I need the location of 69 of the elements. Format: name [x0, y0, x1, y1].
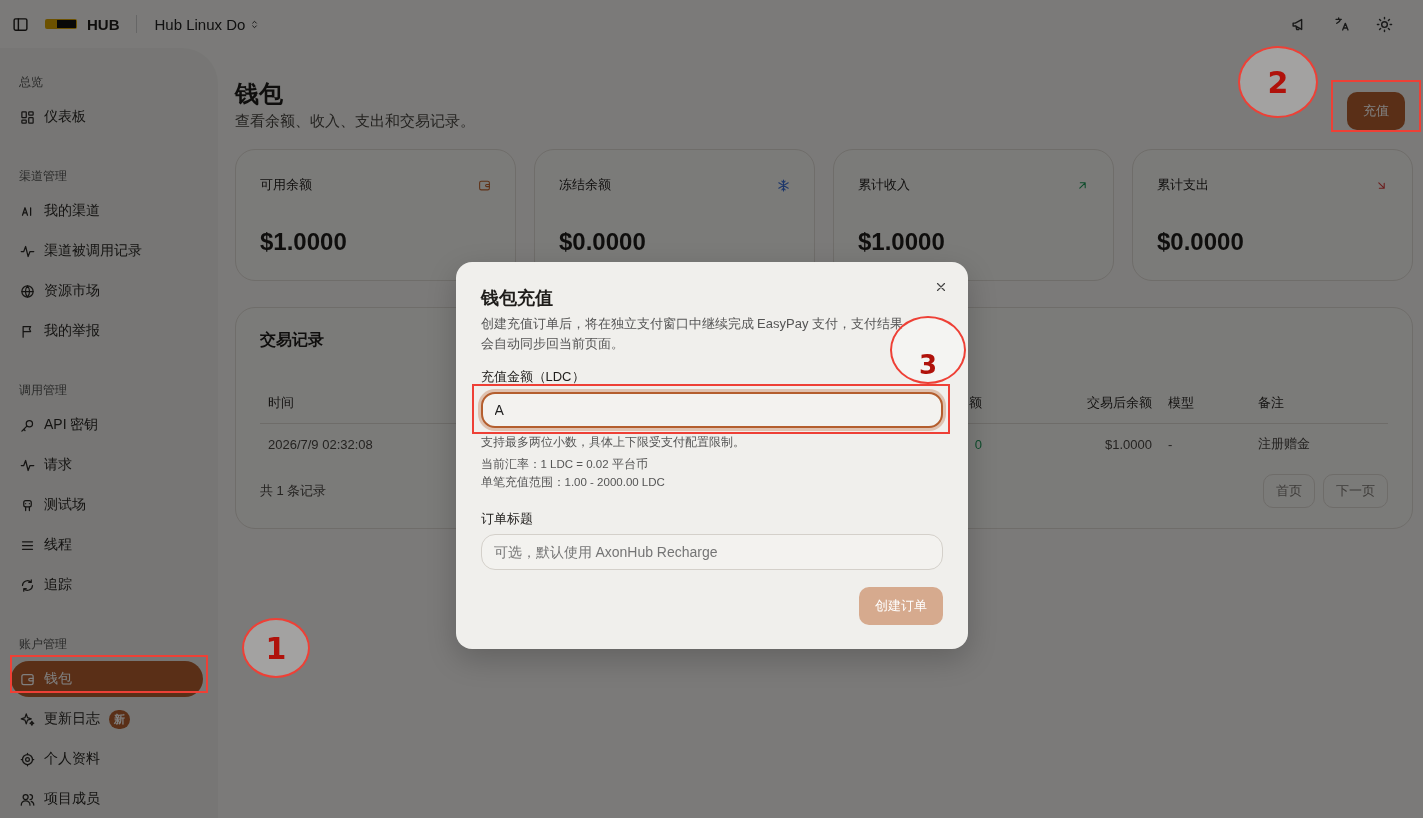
wallet-icon [20, 671, 35, 687]
section-title: 总览 [18, 74, 44, 91]
globe-icon [20, 283, 35, 299]
column-header: 备注 [1250, 383, 1388, 424]
sun-icon [1376, 15, 1393, 33]
card-title: 交易记录 [260, 330, 324, 350]
section-title: 渠道管理 [18, 168, 68, 185]
translate-icon [1334, 15, 1350, 32]
stat-value: $1.0000 [260, 228, 347, 256]
sidebar-item[interactable]: 我的渠道 [11, 193, 203, 229]
page-subtitle: 查看余额、收入、支出和交易记录。 [235, 112, 475, 129]
sidebar-item[interactable]: 仪表板 [11, 99, 203, 135]
table-cell-text: $1.0000 [1104, 435, 1153, 454]
dialog-description: 创建充值订单后，将在独立支付窗口中继续完成 EasyPay 支付，支付结果会自动同步回当前页面。 [480, 315, 905, 353]
table-cell-text: 2026/7/9 02:32:08 [267, 435, 374, 454]
stat-label: 累计收入 [858, 176, 910, 194]
section-title: 调用管理 [18, 382, 68, 399]
section-title: 账户管理 [18, 636, 68, 653]
stat-label: 冻结余额 [559, 176, 611, 194]
sidebar-item[interactable]: API 密钥 [11, 407, 203, 443]
table-cell-text: 注册赠金 [1257, 435, 1311, 453]
project-switcher[interactable]: Hub Linux Do [152, 13, 263, 35]
sidebar-item[interactable]: 项目成员 [11, 781, 203, 817]
field-label: 订单标题 [480, 510, 533, 528]
recharge-range: 单笔充值范围：1.00 - 2000.00 LDC [480, 475, 666, 490]
column-header: 交易后余额 [990, 383, 1160, 424]
column-header: 模型 [1160, 383, 1250, 424]
field-hint: 支持最多两位小数，具体上下限受支付配置限制。 [480, 435, 746, 450]
sidebar-item[interactable]: 钱包 [11, 661, 203, 697]
record-count: 共 1 条记录 [260, 482, 327, 500]
pulse-icon [20, 457, 35, 473]
exchange-rate: 当前汇率：1 LDC = 0.02 平台币 [480, 457, 649, 472]
table-cell-text: - [1167, 435, 1174, 454]
refresh-icon [20, 577, 35, 593]
stat-value: $0.0000 [1157, 228, 1244, 256]
sparkle-icon [20, 711, 35, 727]
logo-icon [45, 19, 77, 29]
grid-icon [20, 109, 35, 125]
dialog-title: 钱包充值 [480, 287, 553, 310]
field-label: 充值金额（LDC） [480, 368, 585, 386]
page-title: 钱包 [235, 79, 284, 109]
snowflake-icon [777, 178, 790, 192]
stat-value: $0.0000 [559, 228, 646, 256]
sidebar-item[interactable]: 请求 [11, 447, 203, 483]
order-title-field[interactable]: 可选，默认使用 AxonHub Recharge [480, 534, 943, 570]
stat-value: $1.0000 [858, 228, 945, 256]
stat-label: 累计支出 [1157, 176, 1209, 194]
sidebar-item[interactable]: 更新日志 新 [11, 701, 203, 737]
sidebar-item[interactable]: 追踪 [11, 567, 203, 603]
pulse-icon [20, 243, 35, 259]
stat-label: 可用余额 [260, 176, 312, 194]
sidebar-item[interactable]: 渠道被调用记录 [11, 233, 203, 269]
sidebar-item[interactable]: 测试场 [11, 487, 203, 523]
users-icon [20, 791, 35, 807]
sidebar-item[interactable]: 我的举报 [11, 313, 203, 349]
brand-name: HUB [87, 15, 120, 33]
table-cell-text: 0 [973, 435, 983, 454]
annotation-number: 1 [242, 618, 310, 678]
sidebar-item[interactable]: 资源市场 [11, 273, 203, 309]
annotation-number: 2 [1238, 46, 1318, 118]
sidebar-toggle-icon [12, 15, 29, 33]
robot-icon [20, 497, 35, 513]
amount-field[interactable]: A [480, 392, 943, 428]
sidebar-item[interactable]: 个人资料 [11, 741, 203, 777]
sidebar-item[interactable]: 线程 [11, 527, 203, 563]
wallet-icon [478, 178, 491, 192]
new-badge: 新 [109, 709, 130, 729]
recharge-button[interactable]: 充值 [1347, 92, 1405, 130]
key-icon [20, 417, 35, 433]
